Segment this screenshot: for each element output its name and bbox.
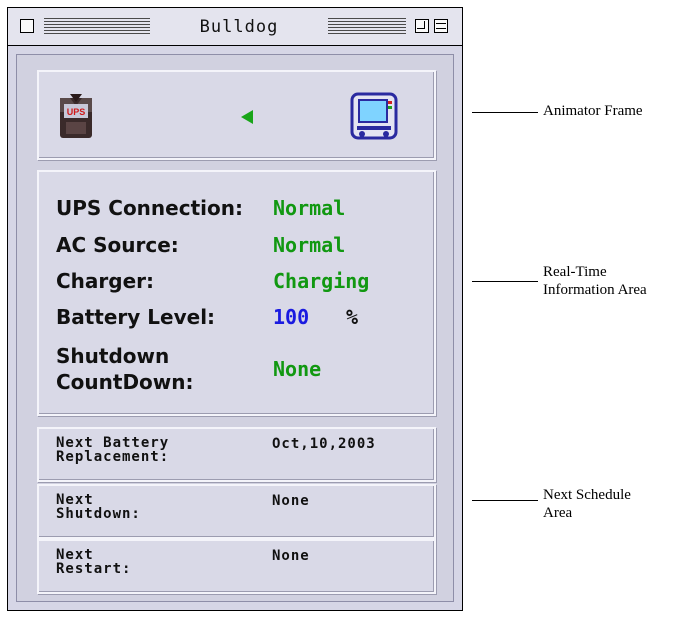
next-restart-panel: Next Restart: None [37, 539, 436, 594]
title-stripes-right [328, 18, 406, 34]
battery-level-label: Battery Level: [56, 305, 216, 329]
next-battery-replacement-panel: Next Battery Replacement: Oct,10,2003 [37, 427, 436, 482]
charger-label: Charger: [56, 269, 155, 293]
title-bar[interactable]: Bulldog [8, 8, 462, 46]
realtime-info-panel: UPS Connection: Normal AC Source: Normal… [37, 170, 436, 416]
ac-source-label: AC Source: [56, 233, 179, 257]
collapse-box[interactable] [434, 19, 448, 33]
next-shutdown-panel: Next Shutdown: None [37, 484, 436, 539]
computer-icon [350, 92, 398, 140]
next-battery-replacement-value: Oct,10,2003 [272, 436, 376, 452]
next-battery-replacement-label: Next Battery Replacement: [56, 435, 170, 465]
animator-callout-line [472, 112, 538, 113]
battery-level-unit: % [346, 305, 359, 329]
animator-callout: Animator Frame [543, 103, 643, 119]
next-restart-label: Next Restart: [56, 547, 132, 577]
zoom-box[interactable] [415, 19, 429, 33]
realtime-callout: Real-Time Information Area [543, 264, 647, 298]
window-content: UPS UPS Connection: Normal AC Source: No… [16, 54, 454, 602]
next-restart-value: None [272, 548, 310, 564]
ups-icon: UPS [60, 94, 92, 138]
next-shutdown-value: None [272, 493, 310, 509]
shutdown-countdown-value: None [273, 357, 322, 381]
charger-value: Charging [273, 269, 370, 293]
realtime-callout-line [472, 281, 538, 282]
animator-frame: UPS [37, 70, 436, 160]
next-shutdown-label: Next Shutdown: [56, 492, 141, 522]
ups-connection-value: Normal [273, 196, 346, 220]
bulldog-window: Bulldog UPS UPS Connection: Normal AC So… [7, 7, 463, 611]
close-box[interactable] [20, 19, 34, 33]
arrow-left-icon [241, 110, 253, 124]
schedule-callout-line [472, 500, 538, 501]
window-title: Bulldog [199, 17, 279, 37]
title-stripes-left [44, 18, 150, 34]
shutdown-countdown-label: Shutdown CountDown: [56, 344, 194, 394]
ups-connection-label: UPS Connection: [56, 196, 243, 220]
schedule-callout: Next Schedule Area [543, 487, 631, 521]
svg-text:UPS: UPS [67, 107, 86, 117]
ac-source-value: Normal [273, 233, 346, 257]
battery-level-value: 100 [273, 305, 310, 329]
